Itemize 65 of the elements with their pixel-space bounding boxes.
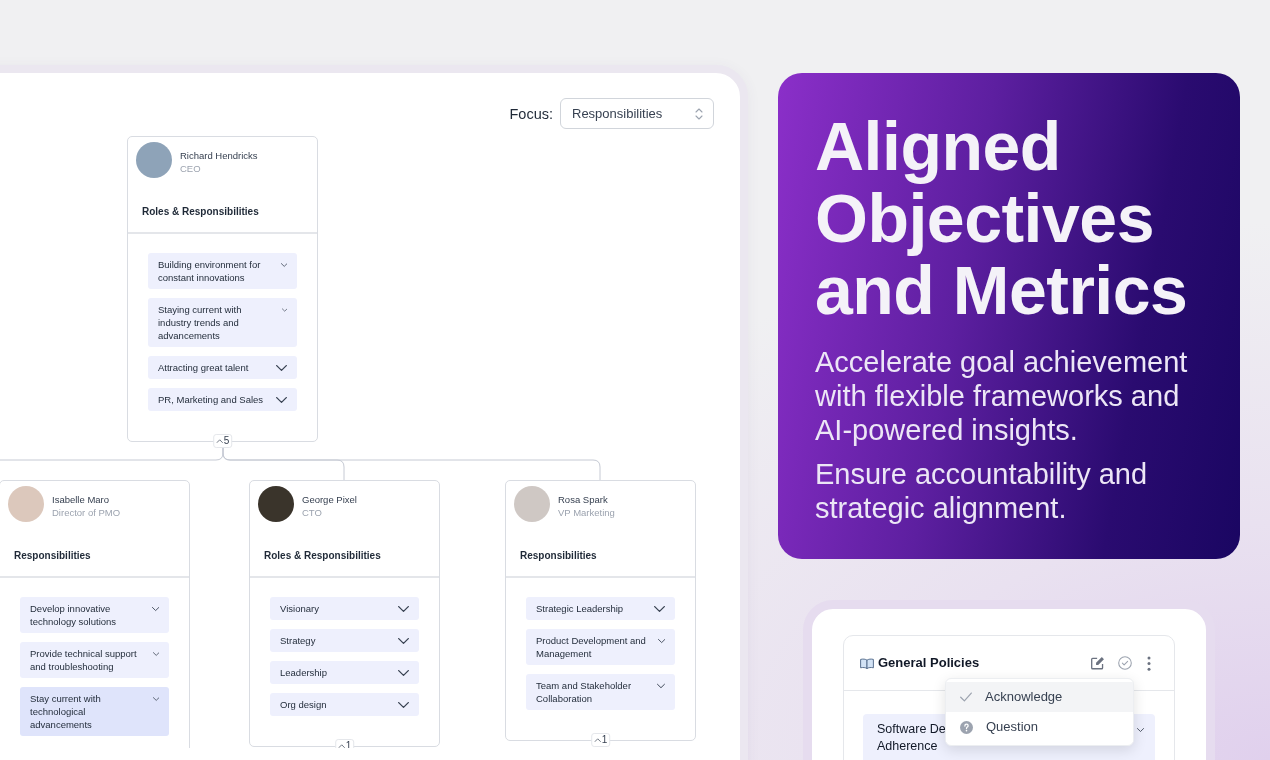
chevron-down-icon	[276, 396, 287, 403]
menu-item[interactable]: Acknowledge	[946, 682, 1133, 712]
responsibility-item[interactable]: Develop innovative technology solutions	[20, 597, 169, 633]
responsibility-item[interactable]: Product Development and Management	[526, 629, 675, 665]
person-name: Isabelle Maro	[52, 493, 110, 506]
check-icon	[960, 692, 972, 702]
chevron-down-icon	[657, 637, 665, 644]
caret-up-icon	[337, 744, 345, 748]
promo-text: Accelerate goal achievement with flexible frameworks and AI-powered insights.	[815, 345, 1189, 447]
person-title: CEO	[180, 162, 201, 175]
person-name: George Pixel	[302, 493, 357, 506]
responsibility-item[interactable]: Provide technical support and troubleshooting	[20, 642, 169, 678]
chevron-down-icon	[152, 650, 159, 657]
focus-select[interactable]: Responsibilities	[560, 98, 714, 129]
chevron-down-icon	[398, 701, 409, 708]
policy-title: General Policies	[878, 655, 980, 671]
promo-text: Ensure accountability and strategic alignment.	[815, 457, 1149, 525]
responsibility-item[interactable]: Strategy	[270, 629, 419, 652]
responsibility-item[interactable]: Team and Stakeholder Collaboration	[526, 674, 675, 710]
person-title: VP Marketing	[558, 506, 615, 519]
avatar-placeholder	[258, 486, 294, 522]
avatar-placeholder	[8, 486, 44, 522]
avatar-placeholder	[514, 486, 550, 522]
person-title: CTO	[302, 506, 322, 519]
responsibility-item[interactable]: Staying current with industry trends and advancements	[148, 298, 297, 347]
chevron-down-icon	[152, 695, 159, 702]
responsibility-item[interactable]: Strategic Leadership	[526, 597, 675, 620]
responsibility-item[interactable]: Visionary	[270, 597, 419, 620]
responsibility-item[interactable]: Building environment for constant innovations	[148, 253, 297, 289]
open-book-icon	[860, 657, 874, 669]
section-title: Roles & Responsibilities	[264, 549, 381, 563]
person-name: Rosa Spark	[558, 493, 608, 506]
children-count-button[interactable]: 1	[590, 733, 611, 747]
person-title: Director of PMO	[52, 506, 121, 519]
chevron-down-icon	[398, 637, 409, 644]
chevron-down-icon	[398, 605, 409, 612]
chevron-down-icon	[654, 605, 665, 612]
section-title: Responsibilities	[520, 549, 597, 563]
section-title: Roles & Responsibilities	[142, 205, 259, 219]
children-count-button[interactable]: 5	[212, 434, 233, 448]
edit-icon[interactable]	[1091, 656, 1105, 670]
responsibility-item[interactable]: Stay current with technological advancements	[20, 687, 169, 736]
chevron-down-icon	[280, 261, 287, 268]
person-name: Richard Hendricks	[180, 149, 258, 162]
focus-label: Focus:	[509, 104, 553, 123]
responsibility-item[interactable]: PR, Marketing and Sales	[148, 388, 297, 411]
chevron-down-icon	[151, 605, 159, 612]
menu-item[interactable]: Question	[946, 712, 1133, 742]
responsibility-item[interactable]: Attracting great talent	[148, 356, 297, 379]
chevron-down-icon	[398, 669, 409, 676]
kebab-menu-icon[interactable]	[1147, 655, 1151, 671]
caret-up-icon	[593, 738, 601, 742]
chevron-down-icon	[1137, 727, 1144, 732]
caret-up-icon	[215, 439, 223, 443]
question-circle-icon	[960, 720, 973, 734]
check-circle-icon[interactable]	[1118, 656, 1132, 670]
responsibility-item[interactable]: Leadership	[270, 661, 419, 684]
chevron-down-icon	[657, 682, 665, 689]
avatar-placeholder	[136, 142, 172, 178]
promo-heading: Aligned Objectives and Metrics	[815, 110, 1189, 326]
responsibility-item[interactable]: Org design	[270, 693, 419, 716]
up-down-chevron-icon	[695, 106, 703, 121]
chevron-down-icon	[276, 364, 287, 371]
section-title: Responsibilities	[14, 549, 91, 563]
chevron-down-icon	[281, 306, 287, 313]
